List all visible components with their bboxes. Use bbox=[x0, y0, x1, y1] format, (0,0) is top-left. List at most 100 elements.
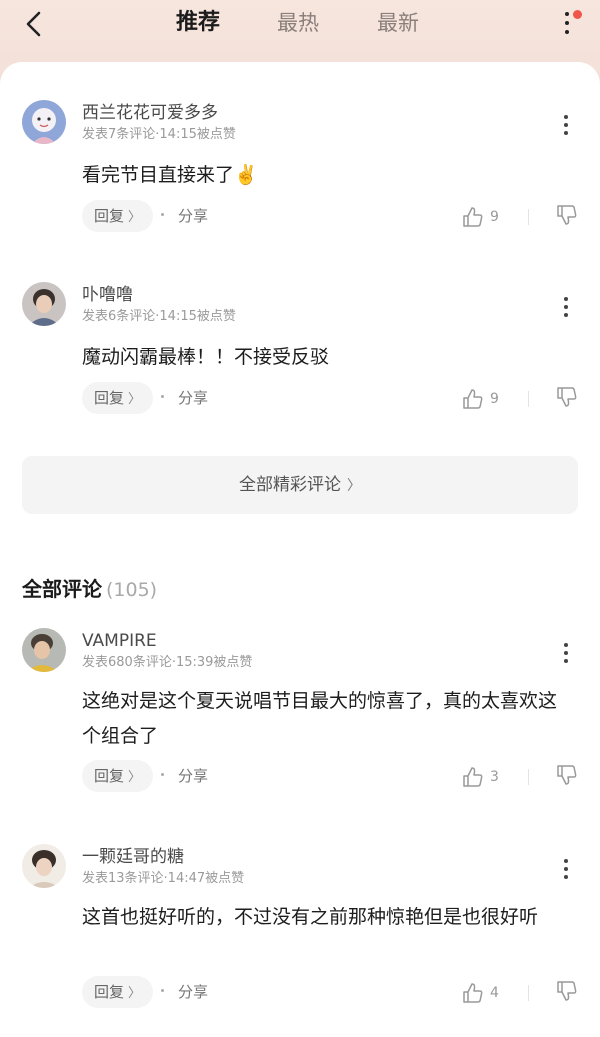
separator-dot bbox=[161, 395, 164, 398]
chevron-right-icon: 〉 bbox=[128, 392, 142, 407]
sort-tabs: 推荐 最热 最新 bbox=[0, 0, 600, 48]
reply-button[interactable]: 回复〉 bbox=[82, 976, 154, 1008]
thumbs-down-icon bbox=[557, 765, 577, 785]
more-options-button[interactable] bbox=[554, 8, 582, 38]
avatar[interactable] bbox=[22, 628, 66, 672]
chevron-right-icon: 〉 bbox=[128, 770, 142, 785]
comment-actions: 回复〉 分享 9 bbox=[82, 382, 582, 416]
comment-actions: 回复〉 分享 4 bbox=[82, 976, 582, 1010]
username[interactable]: 西兰花花可爱多多 bbox=[82, 102, 218, 124]
tab-newest[interactable]: 最新 bbox=[377, 8, 419, 38]
all-featured-comments-button[interactable]: 全部精彩评论〉 bbox=[22, 456, 578, 514]
reply-button[interactable]: 回复〉 bbox=[82, 382, 154, 414]
like-button[interactable]: 9 bbox=[462, 204, 499, 230]
thumbs-up-icon bbox=[463, 207, 483, 227]
dislike-button[interactable] bbox=[556, 204, 578, 230]
like-count: 4 bbox=[490, 985, 499, 1001]
dislike-button[interactable] bbox=[556, 980, 578, 1006]
avatar-photo-icon bbox=[22, 844, 66, 888]
comment-text: 看完节目直接来了✌️ bbox=[82, 164, 258, 186]
avatar-photo-icon bbox=[22, 628, 66, 672]
thumbs-down-icon bbox=[557, 387, 577, 407]
top-bar: 推荐 最热 最新 bbox=[0, 0, 600, 62]
comment-more-button[interactable] bbox=[558, 294, 574, 320]
user-meta: 发表680条评论·15:39被点赞 bbox=[82, 655, 253, 670]
more-dot bbox=[564, 131, 568, 135]
avatar-cartoon-icon bbox=[22, 100, 66, 144]
more-dot bbox=[565, 21, 569, 25]
chevron-right-icon: 〉 bbox=[128, 210, 142, 225]
tab-hottest[interactable]: 最热 bbox=[277, 8, 319, 38]
more-vertical-icon bbox=[564, 115, 568, 119]
like-button[interactable]: 3 bbox=[462, 764, 499, 790]
divider bbox=[528, 391, 529, 407]
more-dot bbox=[564, 313, 568, 317]
reply-label: 回复 bbox=[94, 983, 125, 1001]
comment-text: 魔动闪霸最棒！！不接受反驳 bbox=[82, 346, 330, 368]
share-button[interactable]: 分享 bbox=[178, 200, 208, 232]
more-dot bbox=[564, 305, 568, 309]
comment-more-button[interactable] bbox=[558, 112, 574, 138]
thumbs-up-icon bbox=[463, 983, 483, 1003]
comment-count: (105) bbox=[106, 579, 158, 601]
share-button[interactable]: 分享 bbox=[178, 382, 208, 414]
user-meta: 发表7条评论·14:15被点赞 bbox=[82, 127, 236, 142]
like-button[interactable]: 9 bbox=[462, 386, 499, 412]
comment-text: 这首也挺好听的，不过没有之前那种惊艳但是也很好听 bbox=[82, 906, 539, 928]
divider bbox=[528, 769, 529, 785]
chevron-right-icon: 〉 bbox=[347, 478, 361, 494]
share-button[interactable]: 分享 bbox=[178, 760, 208, 792]
dislike-button[interactable] bbox=[556, 386, 578, 412]
more-vertical-icon bbox=[564, 297, 568, 301]
separator-dot bbox=[161, 773, 164, 776]
reply-button[interactable]: 回复〉 bbox=[82, 760, 154, 792]
username[interactable]: 一颗廷哥的糖 bbox=[82, 846, 184, 868]
more-dot bbox=[565, 30, 569, 34]
all-featured-label: 全部精彩评论 bbox=[239, 475, 341, 495]
reply-label: 回复 bbox=[94, 389, 125, 407]
tab-recommended[interactable]: 推荐 bbox=[176, 8, 220, 38]
thumbs-up-icon bbox=[463, 767, 483, 787]
more-dot bbox=[564, 123, 568, 127]
separator-dot bbox=[161, 213, 164, 216]
username[interactable]: VAMPIRE bbox=[82, 630, 157, 652]
more-dot bbox=[564, 651, 568, 655]
thumbs-down-icon bbox=[557, 981, 577, 1001]
avatar[interactable] bbox=[22, 844, 66, 888]
comments-sheet: 西兰花花可爱多多 发表7条评论·14:15被点赞 看完节目直接来了✌️ 回复〉 … bbox=[0, 62, 600, 1037]
chevron-right-icon: 〉 bbox=[128, 986, 142, 1001]
comment-more-button[interactable] bbox=[558, 640, 574, 666]
thumbs-up-icon bbox=[463, 389, 483, 409]
user-meta: 发表6条评论·14:15被点赞 bbox=[82, 309, 236, 324]
avatar[interactable] bbox=[22, 100, 66, 144]
section-title: 全部评论 bbox=[22, 577, 102, 601]
notification-dot bbox=[573, 10, 582, 19]
more-dot bbox=[564, 659, 568, 663]
comment-more-button[interactable] bbox=[558, 856, 574, 882]
avatar[interactable] bbox=[22, 282, 66, 326]
more-dot bbox=[564, 875, 568, 879]
more-dots-icon bbox=[565, 12, 569, 16]
divider bbox=[528, 209, 529, 225]
more-vertical-icon bbox=[564, 859, 568, 863]
username[interactable]: 卟噜噜 bbox=[82, 284, 133, 306]
like-count: 9 bbox=[490, 209, 499, 225]
avatar-photo-icon bbox=[22, 282, 66, 326]
more-vertical-icon bbox=[564, 643, 568, 647]
divider bbox=[528, 985, 529, 1001]
comment-actions: 回复〉 分享 9 bbox=[82, 200, 582, 234]
dislike-button[interactable] bbox=[556, 764, 578, 790]
share-button[interactable]: 分享 bbox=[178, 976, 208, 1008]
comment-actions: 回复〉 分享 3 bbox=[82, 760, 582, 794]
user-meta: 发表13条评论·14:47被点赞 bbox=[82, 871, 245, 886]
like-count: 3 bbox=[490, 769, 499, 785]
reply-label: 回复 bbox=[94, 767, 125, 785]
like-button[interactable]: 4 bbox=[462, 980, 499, 1006]
separator-dot bbox=[161, 989, 164, 992]
more-dot bbox=[564, 867, 568, 871]
all-comments-heading: 全部评论 (105) bbox=[22, 574, 157, 605]
like-count: 9 bbox=[490, 391, 499, 407]
reply-button[interactable]: 回复〉 bbox=[82, 200, 154, 232]
thumbs-down-icon bbox=[557, 205, 577, 225]
comment-text: 这绝对是这个夏天说唱节目最大的惊喜了，真的太喜欢这个组合了 bbox=[82, 690, 558, 747]
